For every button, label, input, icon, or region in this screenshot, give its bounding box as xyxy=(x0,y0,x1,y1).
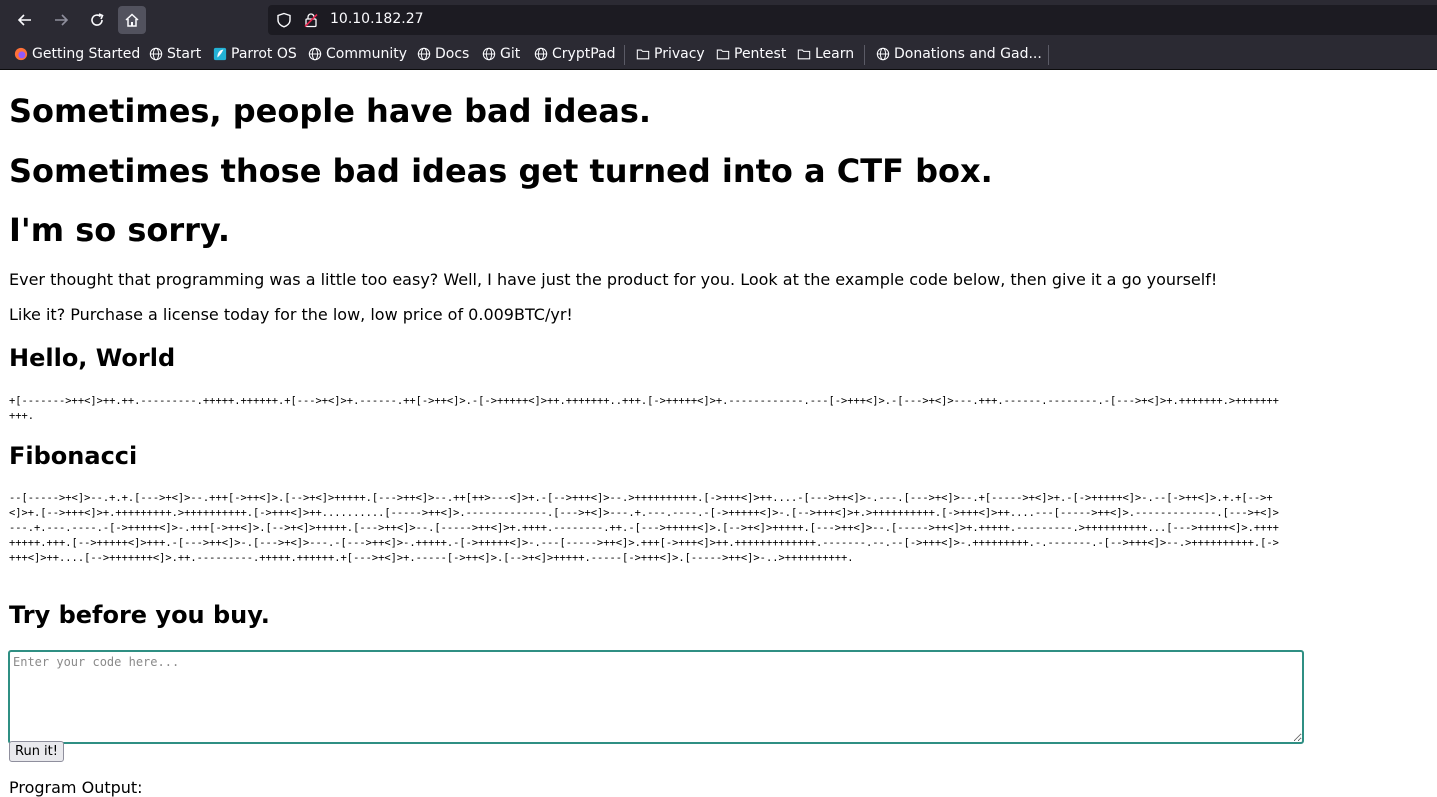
globe-icon xyxy=(149,47,163,61)
bookmark-parrot-os[interactable]: Parrot OS xyxy=(213,45,297,63)
fibonacci-heading: Fibonacci xyxy=(9,442,138,470)
fibonacci-code: --[----->+<]>--.+.+.[--->+<]>--.+++[->++… xyxy=(9,492,1279,564)
globe-icon xyxy=(876,47,890,61)
bookmark-start[interactable]: Start xyxy=(149,45,201,63)
heading-bad-ideas: Sometimes, people have bad ideas. xyxy=(9,92,652,130)
bookmarks-toolbar: Getting Started Start Parrot OS Communit… xyxy=(0,40,1437,70)
run-button[interactable]: Run it! xyxy=(9,741,64,762)
bookmark-cryptpad[interactable]: CryptPad xyxy=(534,45,615,63)
bookmark-separator xyxy=(624,45,625,65)
code-editor[interactable] xyxy=(8,650,1304,744)
parrot-icon xyxy=(213,47,227,61)
heading-ctf-box: Sometimes those bad ideas get turned int… xyxy=(9,152,993,190)
bookmark-label: Pentest xyxy=(734,46,787,62)
hello-world-code: +[------->++<]>++.++.---------.+++++.+++… xyxy=(9,395,1279,422)
bookmark-separator xyxy=(1048,45,1049,65)
bookmark-community[interactable]: Community xyxy=(308,45,407,63)
bookmark-label: Parrot OS xyxy=(231,46,297,62)
globe-icon xyxy=(534,47,548,61)
reload-icon xyxy=(91,13,104,26)
firefox-icon xyxy=(14,47,28,61)
shield-icon[interactable] xyxy=(276,12,292,28)
browser-toolbar: 10.10.182.27 xyxy=(0,0,1437,40)
back-arrow-icon xyxy=(17,14,31,26)
bookmark-label: Start xyxy=(167,46,202,62)
bookmark-label: Git xyxy=(500,46,521,62)
globe-icon xyxy=(308,47,322,61)
bookmark-folder-learn[interactable]: Learn xyxy=(797,45,854,63)
bookmark-label: Community xyxy=(326,46,408,62)
bookmark-git[interactable]: Git xyxy=(482,45,520,63)
hello-world-heading: Hello, World xyxy=(9,344,176,372)
folder-icon xyxy=(636,49,650,60)
bookmark-label: Getting Started xyxy=(32,46,141,62)
folder-icon xyxy=(797,49,811,60)
bookmark-label: Docs xyxy=(435,46,470,62)
insecure-lock-icon[interactable] xyxy=(303,12,319,28)
program-output-label: Program Output: xyxy=(9,778,143,797)
license-text: Like it? Purchase a license today for th… xyxy=(9,305,573,324)
bookmark-label: CryptPad xyxy=(552,46,616,62)
forward-button[interactable] xyxy=(47,6,75,34)
globe-icon xyxy=(417,47,431,61)
bookmark-separator xyxy=(864,45,865,65)
bookmark-getting-started[interactable]: Getting Started xyxy=(14,45,140,63)
url-text[interactable]: 10.10.182.27 xyxy=(330,11,424,27)
page-content: Sometimes, people have bad ideas. Someti… xyxy=(0,70,1437,797)
try-heading: Try before you buy. xyxy=(9,601,270,629)
bookmark-label: Learn xyxy=(815,46,855,62)
bookmark-docs[interactable]: Docs xyxy=(417,45,469,63)
back-button[interactable] xyxy=(11,6,39,34)
bookmark-donations[interactable]: Donations and Gad... xyxy=(876,45,1042,63)
globe-icon xyxy=(482,47,496,61)
bookmark-label: Donations and Gad... xyxy=(894,46,1042,62)
bookmark-folder-pentest[interactable]: Pentest xyxy=(716,45,786,63)
bookmark-label: Privacy xyxy=(654,46,705,62)
home-icon xyxy=(125,13,139,27)
bookmark-folder-privacy[interactable]: Privacy xyxy=(636,45,705,63)
address-bar[interactable]: 10.10.182.27 xyxy=(268,5,1437,35)
heading-sorry: I'm so sorry. xyxy=(9,211,231,249)
reload-button[interactable] xyxy=(83,6,111,34)
intro-text: Ever thought that programming was a litt… xyxy=(9,270,1218,289)
forward-arrow-icon xyxy=(55,14,69,26)
home-button[interactable] xyxy=(118,6,146,34)
folder-icon xyxy=(716,49,730,60)
